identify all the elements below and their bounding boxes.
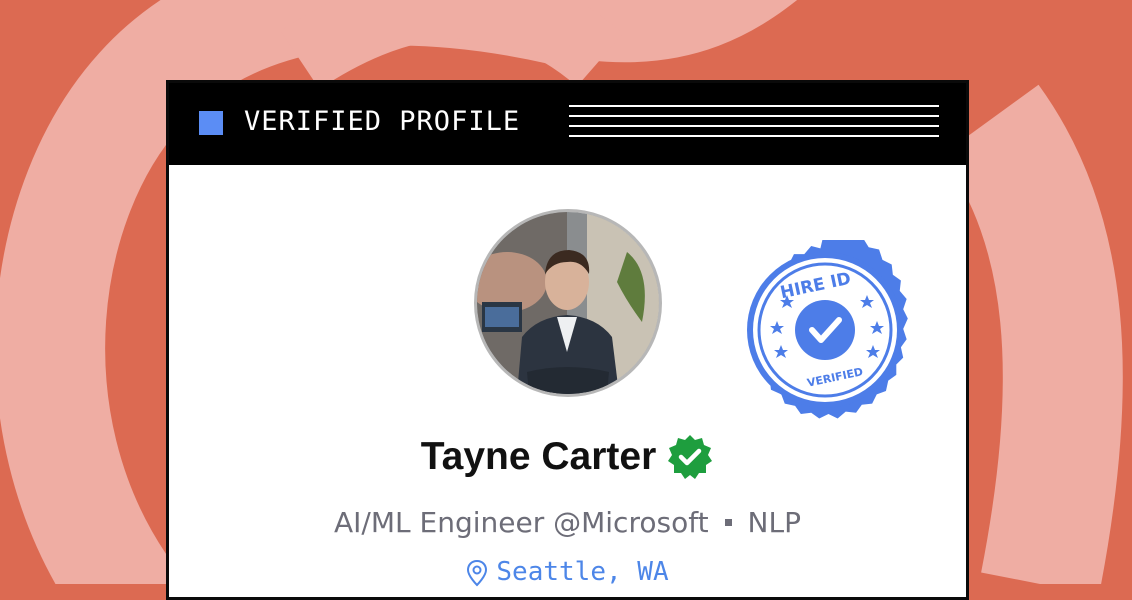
map-pin-icon [467, 559, 488, 586]
header-square-icon [199, 111, 223, 135]
location-row: Seattle, WA [169, 557, 966, 587]
name-row: Tayne Carter [169, 433, 966, 481]
header-title: VERIFIED PROFILE [244, 106, 521, 137]
profile-location: Seattle, WA [496, 557, 669, 587]
header-lines-icon [569, 105, 939, 137]
profile-role: AI/ML Engineer @Microsoft [334, 506, 709, 539]
profile-card: VERIFIED PROFILE HIRE ID VERIFIED Tayne … [166, 80, 969, 600]
verified-check-icon [668, 435, 713, 479]
profile-specialty: NLP [747, 506, 801, 539]
role-row: AI/ML Engineer @Microsoft NLP [169, 506, 966, 539]
separator-dot [724, 518, 732, 526]
profile-name: Tayne Carter [420, 435, 657, 478]
hire-id-seal: HIRE ID VERIFIED [747, 240, 908, 419]
card-header: VERIFIED PROFILE [169, 83, 966, 165]
avatar [474, 209, 662, 397]
